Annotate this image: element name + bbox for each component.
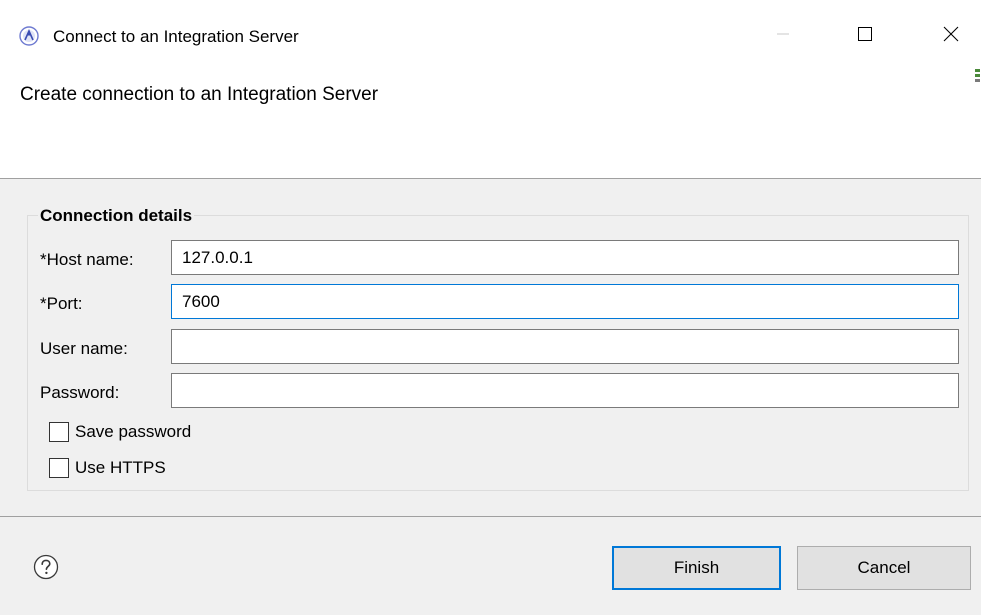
host-name-label: *Host name: xyxy=(40,250,134,269)
save-password-label[interactable]: Save password xyxy=(75,422,191,442)
port-input[interactable] xyxy=(171,284,959,319)
content-area: Connection details *Host name: *Port: Us… xyxy=(0,179,981,516)
minimize-button[interactable] xyxy=(760,16,806,56)
host-name-input[interactable] xyxy=(171,240,959,275)
user-name-label: User name: xyxy=(40,339,128,358)
maximize-button[interactable] xyxy=(842,16,888,56)
use-https-checkbox[interactable] xyxy=(49,458,69,478)
window-title: Connect to an Integration Server xyxy=(53,27,299,46)
maximize-icon xyxy=(857,26,873,47)
wizard-header: Create connection to an Integration Serv… xyxy=(0,69,981,178)
page-title: Create connection to an Integration Serv… xyxy=(20,84,379,105)
use-https-label[interactable]: Use HTTPS xyxy=(75,458,166,478)
title-bar: Connect to an Integration Server xyxy=(0,0,981,72)
password-input[interactable] xyxy=(171,373,959,408)
banner-decoration-icon xyxy=(973,68,981,84)
user-name-input[interactable] xyxy=(171,329,959,364)
password-label: Password: xyxy=(40,383,120,402)
save-password-checkbox-row[interactable]: Save password xyxy=(49,422,191,442)
button-bar: Finish Cancel xyxy=(0,517,981,615)
integration-server-icon xyxy=(19,26,39,46)
group-label: Connection details xyxy=(38,206,195,226)
finish-button[interactable]: Finish xyxy=(612,546,781,590)
save-password-checkbox[interactable] xyxy=(49,422,69,442)
minimize-icon xyxy=(776,27,790,46)
cancel-button[interactable]: Cancel xyxy=(797,546,971,590)
help-icon[interactable] xyxy=(33,554,59,580)
close-button[interactable] xyxy=(928,16,974,56)
use-https-checkbox-row[interactable]: Use HTTPS xyxy=(49,458,166,478)
port-label: *Port: xyxy=(40,294,83,313)
close-icon xyxy=(943,26,959,47)
